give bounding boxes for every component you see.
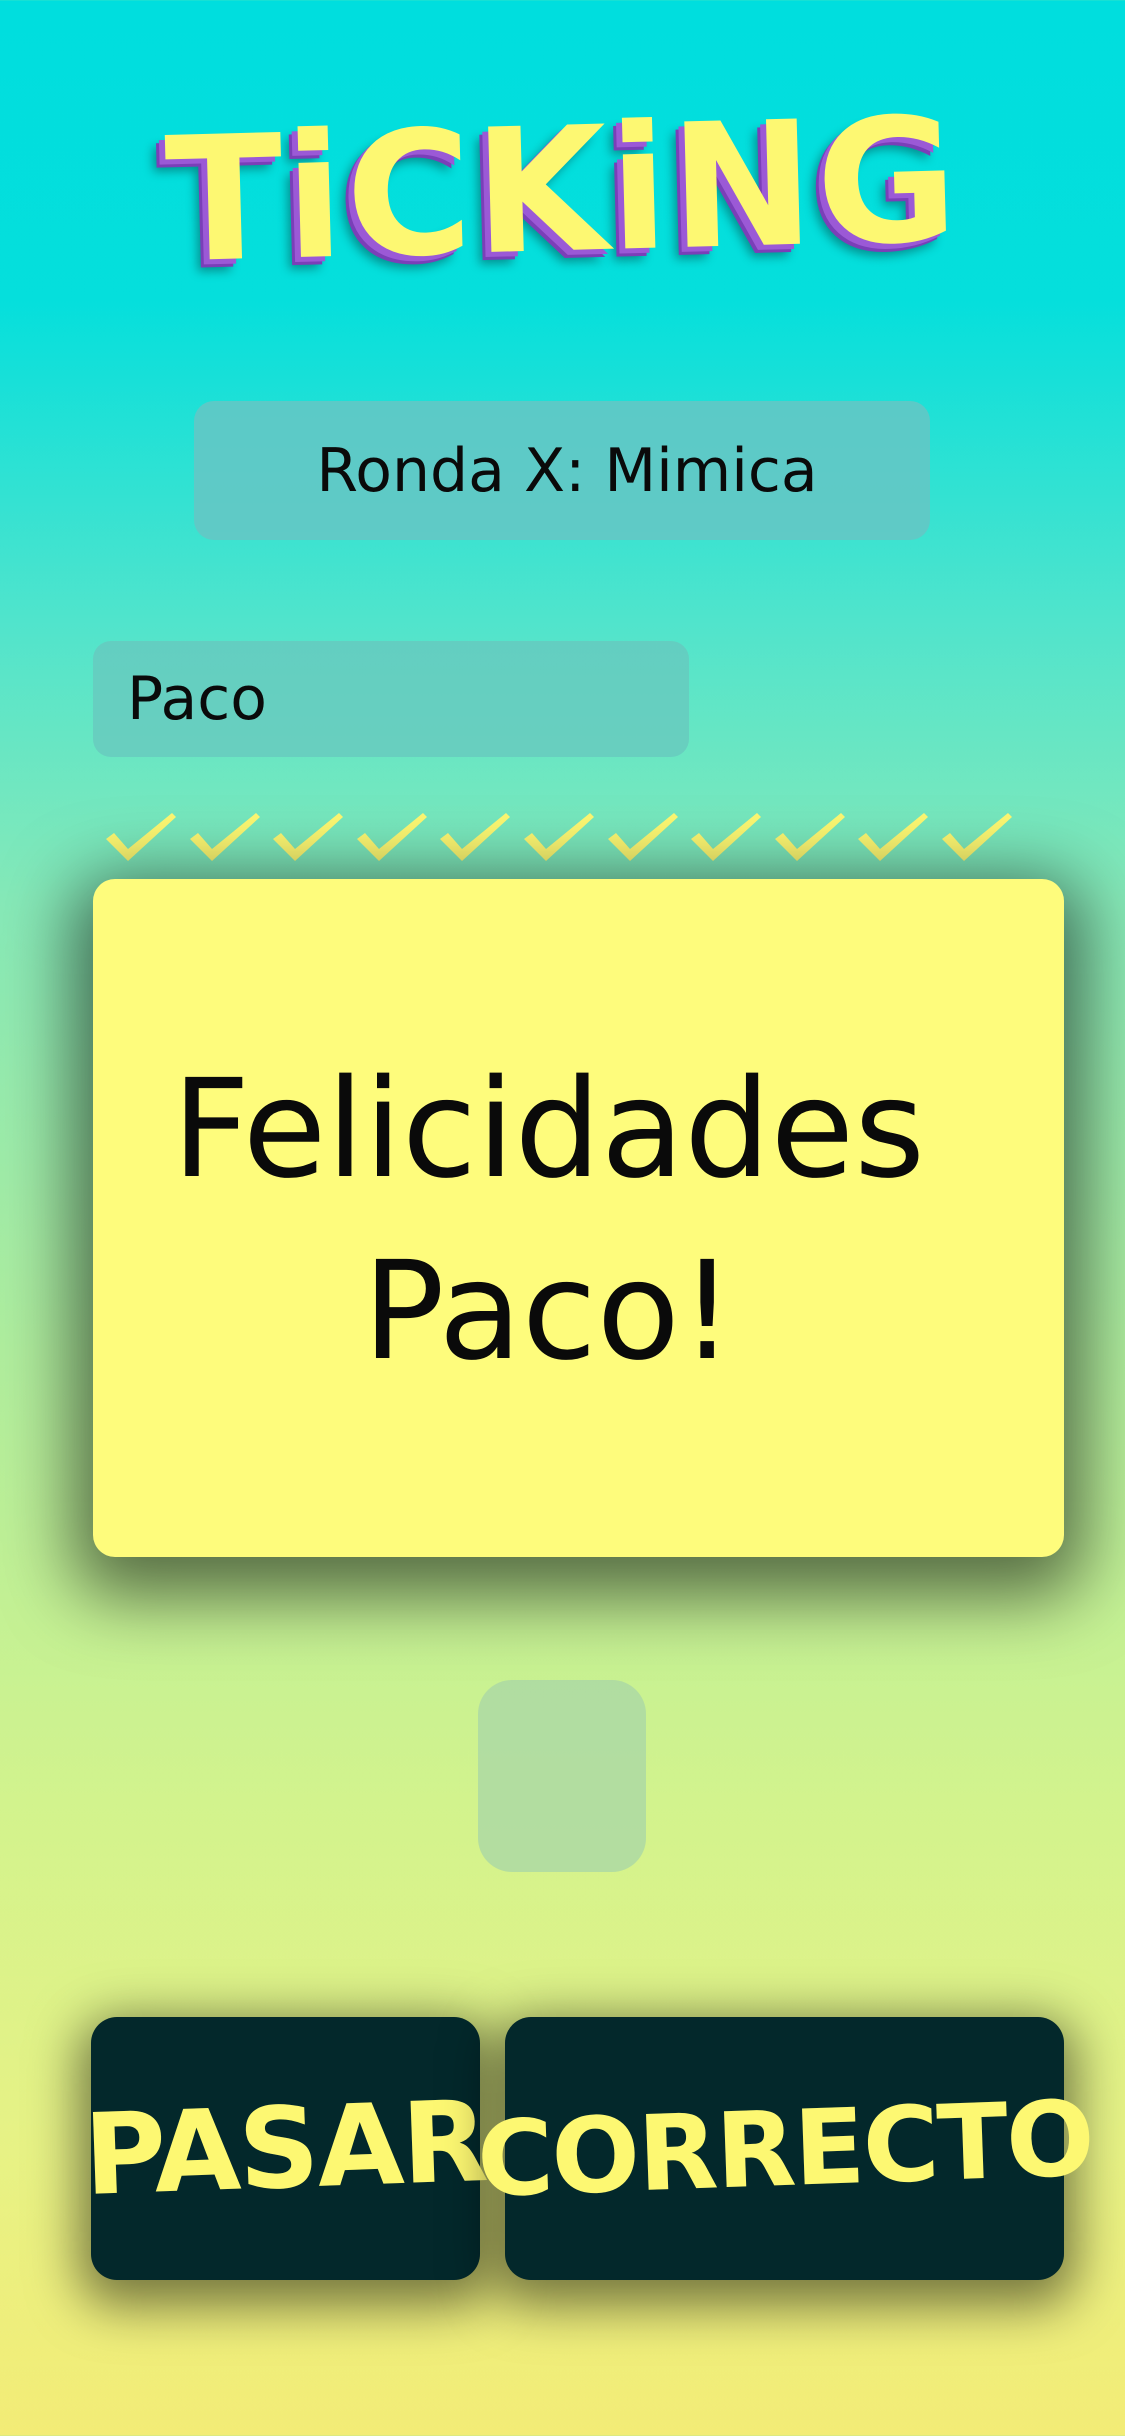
congrats-line-1: Felicidades [171, 1051, 926, 1209]
correct-button-label: CORRECTO [474, 2076, 1095, 2221]
word-card: Felicidades Paco! [93, 879, 1064, 1557]
check-icon [691, 813, 762, 861]
check-icon [106, 813, 176, 861]
pass-button[interactable]: PASAR [82, 2017, 489, 2280]
timer-box [478, 1680, 646, 1872]
check-icon [941, 813, 1012, 861]
check-icon [273, 813, 344, 861]
check-icon [858, 813, 929, 861]
correct-button[interactable]: CORRECTO [475, 2017, 1094, 2280]
check-icon [189, 813, 260, 861]
congrats-message: Felicidades Paco! [129, 1039, 949, 1403]
app-title: TiCKiNG [163, 79, 962, 302]
check-icon [774, 813, 845, 861]
check-icon [607, 813, 678, 861]
player-name-box: Paco [93, 641, 689, 757]
progress-checkmarks [104, 807, 1014, 867]
check-icon [523, 813, 594, 861]
player-name: Paco [127, 664, 267, 734]
pass-button-label: PASAR [82, 2076, 489, 2221]
round-label: Ronda X: Mimica [316, 435, 818, 506]
round-label-box: Ronda X: Mimica [194, 401, 930, 540]
check-icon [356, 813, 427, 861]
check-icon [440, 813, 511, 861]
congrats-line-2: Paco! [362, 1233, 735, 1391]
